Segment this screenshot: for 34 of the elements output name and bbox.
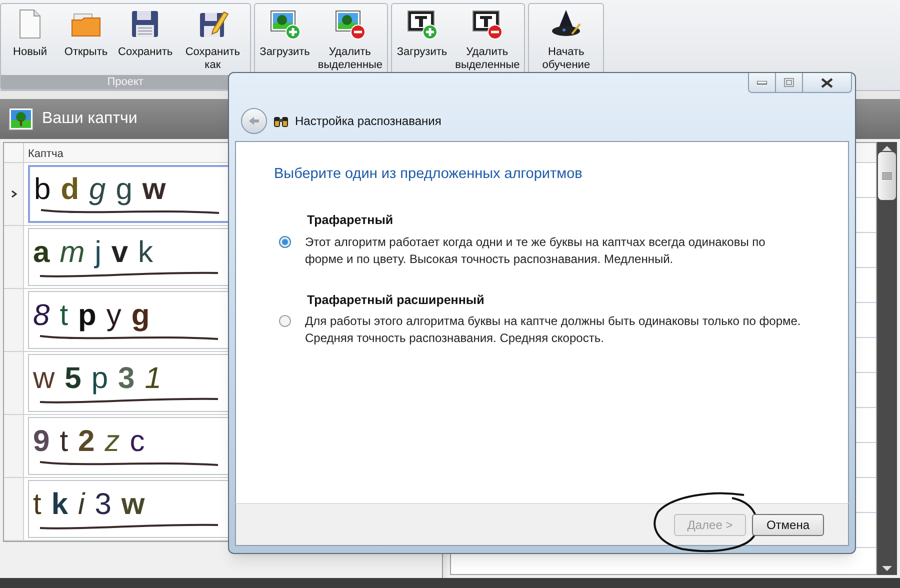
stencil-minus-icon <box>471 8 504 40</box>
toolbar-button[interactable]: Сохранить <box>115 8 176 76</box>
scroll-thumb[interactable] <box>878 152 896 200</box>
dialog-button[interactable]: Отмена <box>752 514 824 536</box>
picture-minus-icon <box>334 8 366 40</box>
option-description: Для работы этого алгоритма буквы на каптче должны быть одинаковы только по форме. Средняя точность распознавания. Средняя скорость. <box>305 313 802 348</box>
tree-picture-icon <box>8 107 34 132</box>
scroll-down-icon[interactable] <box>881 565 893 574</box>
row-header[interactable] <box>4 289 24 352</box>
option-title: Трафаретный расширенный <box>307 292 486 309</box>
picture-plus-icon <box>268 8 301 40</box>
column-header[interactable]: Каптча <box>24 143 68 162</box>
close-icon <box>821 78 833 88</box>
row-header[interactable] <box>4 226 24 288</box>
back-arrow-icon <box>248 116 260 126</box>
row-header[interactable] <box>4 415 24 478</box>
toolbar-button[interactable]: Новый <box>3 8 57 76</box>
dialog-heading: Выберите один из предложенных алгоритмов <box>274 165 584 184</box>
scrollbar[interactable] <box>877 142 897 576</box>
minimize-icon <box>757 80 767 84</box>
radio-button[interactable] <box>279 315 291 328</box>
row-header[interactable] <box>4 352 24 414</box>
panel-title: Ваши каптчи <box>42 109 138 130</box>
row-header[interactable] <box>4 163 24 226</box>
binoculars-icon <box>273 114 289 128</box>
option-title: Трафаретный <box>307 212 394 229</box>
wizard-title: Настройка распознавания <box>295 113 442 130</box>
maximize-icon <box>784 78 794 87</box>
row-header[interactable] <box>4 478 24 540</box>
radio-button[interactable] <box>279 236 291 248</box>
stencil-plus-icon <box>406 8 438 40</box>
toolbar-button[interactable]: Открыть <box>59 8 113 76</box>
back-button[interactable] <box>241 108 267 134</box>
option-description: Этот алгоритм работает когда одни и те же буквы на каптчах всегда одинаковы по форме и по цвету. Высокая точность распознавания. Медленный. <box>305 234 766 268</box>
